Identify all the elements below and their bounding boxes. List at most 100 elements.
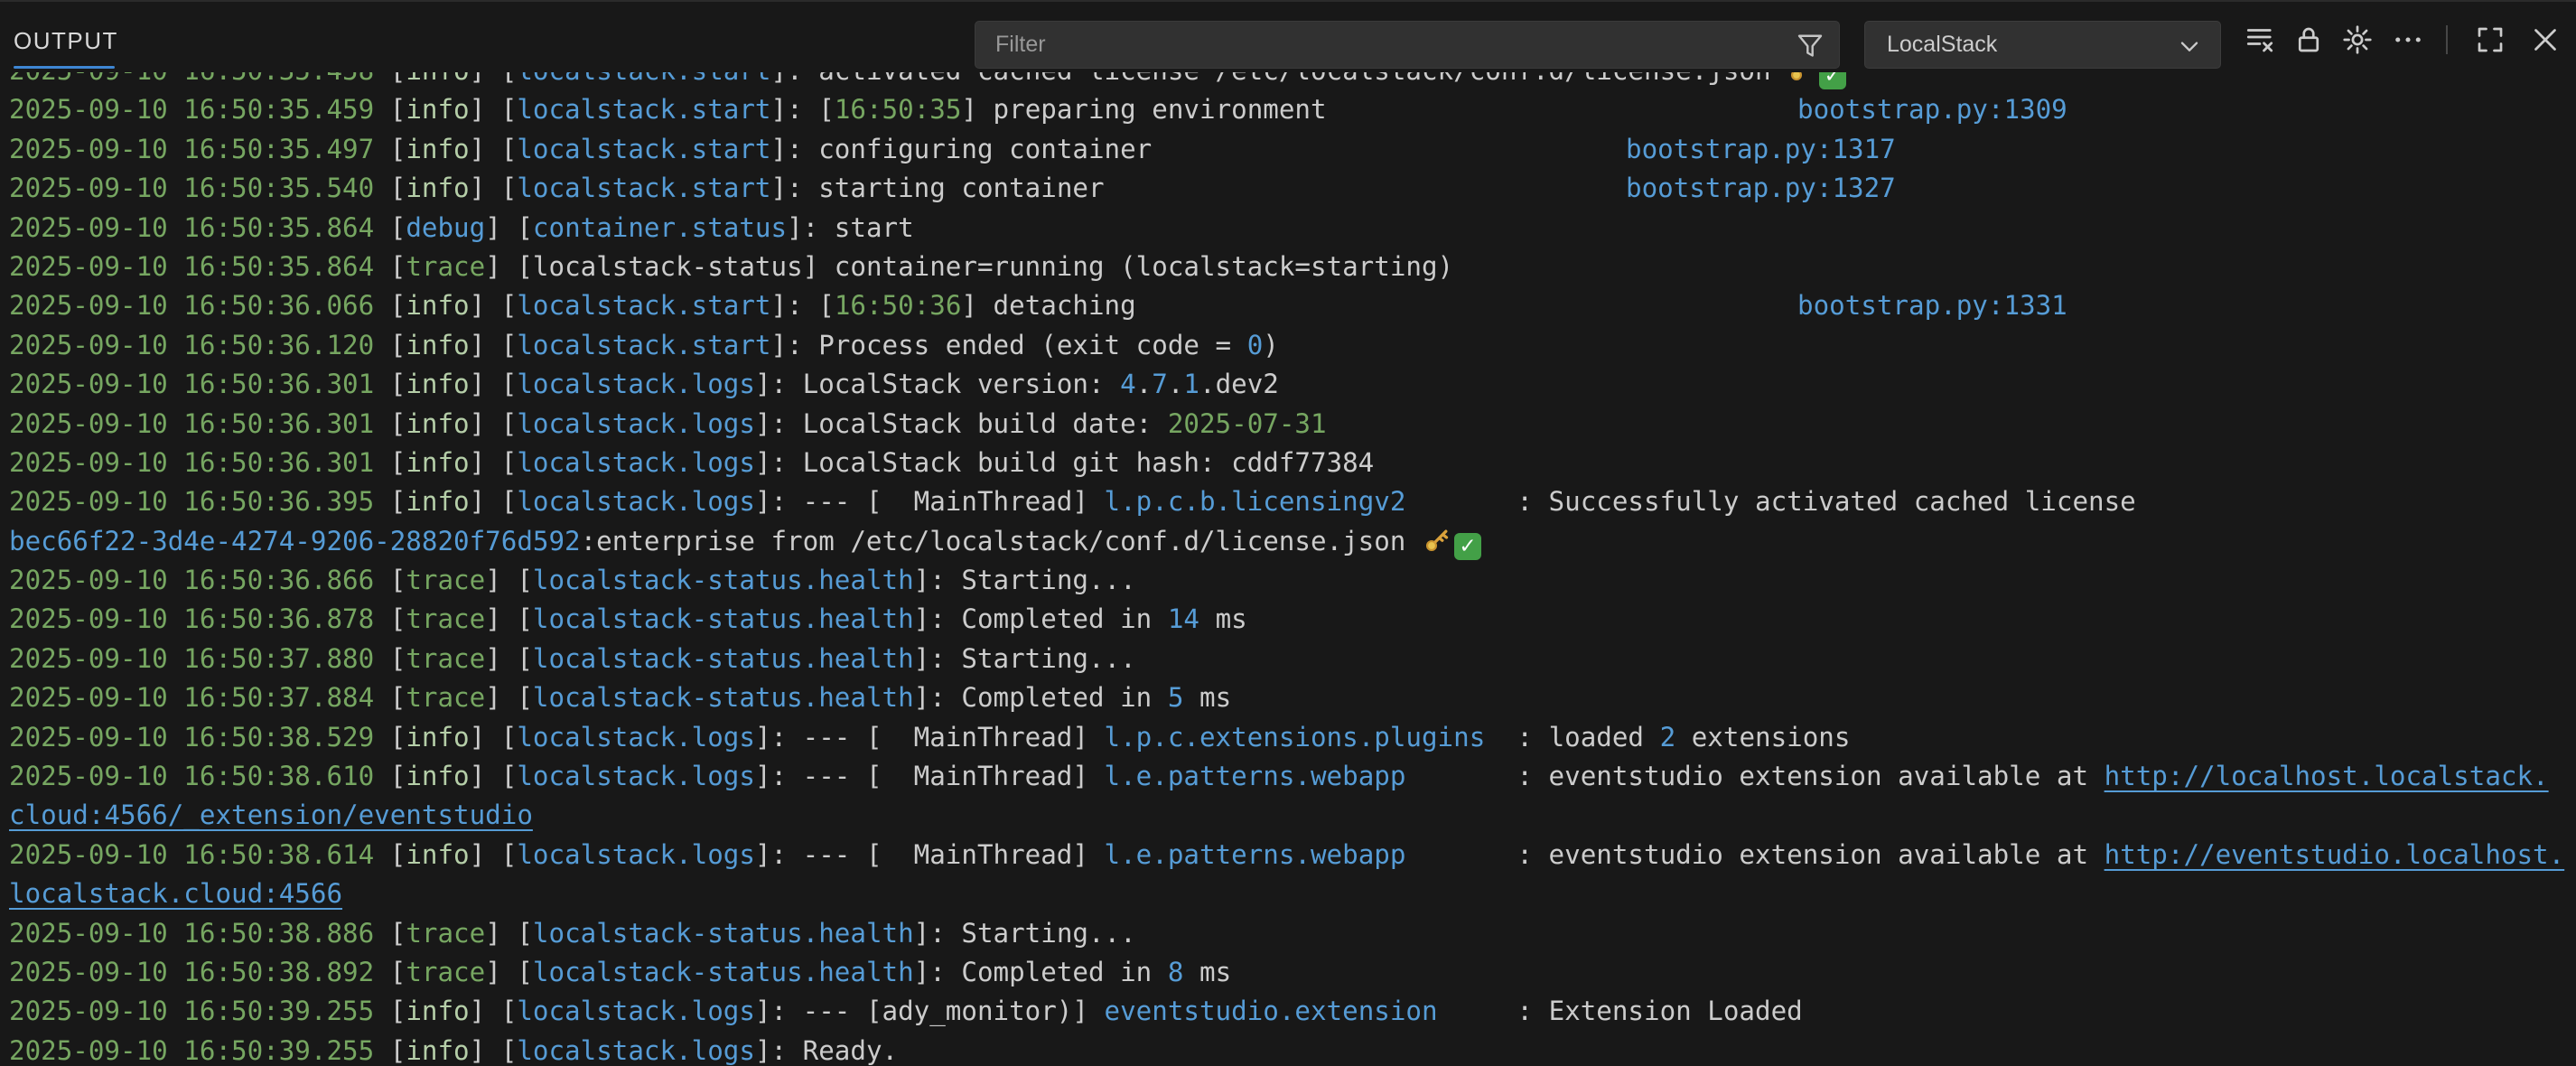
log-line: 2025-09-10 16:50:39.255 [info] [localsta… bbox=[0, 1032, 2576, 1066]
log-text-segment: info bbox=[406, 408, 469, 439]
log-line: 2025-09-10 16:50:35.458 [info] [localsta… bbox=[0, 72, 2576, 90]
log-text-segment: localstack-status.health bbox=[533, 918, 914, 949]
log-url-link[interactable]: localstack.cloud:4566 bbox=[9, 878, 342, 909]
log-text-segment: ]: activated cached license /etc/localst… bbox=[771, 72, 1787, 86]
log-text-segment: ] [ bbox=[485, 682, 533, 713]
log-text-segment: 2025-09-10 16:50:38.610 bbox=[9, 761, 390, 791]
log-text-segment: trace bbox=[406, 565, 485, 595]
log-text-segment: 2025-09-10 16:50:37.880 bbox=[9, 643, 390, 674]
log-lines: 2025-09-10 16:50:35.458 [info] [localsta… bbox=[0, 72, 2576, 1066]
source-location-link[interactable]: bootstrap.py:1331 bbox=[1797, 286, 2067, 325]
log-text-segment: trace bbox=[406, 682, 485, 713]
log-text-segment: 2025-09-10 16:50:35.540 bbox=[9, 173, 390, 203]
log-text-segment: [ bbox=[390, 761, 406, 791]
log-text-segment: ]: LocalStack build git hash: cddf77384 bbox=[755, 447, 1374, 478]
log-text-segment: 2025-09-10 16:50:35.459 bbox=[9, 94, 390, 125]
log-text-segment: [ bbox=[390, 369, 406, 399]
log-text-segment: ] [ bbox=[470, 94, 518, 125]
expand-icon[interactable] bbox=[2474, 23, 2506, 56]
output-channel-select[interactable]: LocalStack bbox=[1864, 21, 2221, 69]
gear-icon[interactable] bbox=[2341, 23, 2374, 56]
log-url-link[interactable]: cloud:4566/_extension/eventstudio bbox=[9, 800, 533, 830]
chevron-down-icon bbox=[2175, 32, 2204, 61]
filter-box bbox=[975, 21, 1840, 69]
log-text-segment: info bbox=[406, 722, 469, 753]
log-text-segment: 7 bbox=[1152, 369, 1168, 399]
tab-output[interactable]: OUTPUT bbox=[14, 27, 118, 55]
log-text-segment: info bbox=[406, 486, 469, 517]
log-text-segment: ]: [ bbox=[771, 94, 835, 125]
log-text-segment: l.e.patterns.webapp bbox=[1105, 839, 1406, 870]
log-text-segment: localstack-status.health bbox=[533, 682, 914, 713]
log-text-segment: ] [ bbox=[470, 722, 518, 753]
log-url-link[interactable]: http://eventstudio.localhost. bbox=[2105, 839, 2565, 870]
log-text-segment: eventstudio.extension bbox=[1105, 996, 1438, 1026]
log-text-segment: localstack.start bbox=[517, 173, 770, 203]
log-text-segment: 2025-09-10 16:50:35.864 bbox=[9, 212, 390, 243]
ellipsis-icon[interactable] bbox=[2392, 23, 2424, 56]
log-text-segment: 14 bbox=[1168, 603, 1199, 634]
log-line: 2025-09-10 16:50:35.459 [info] [localsta… bbox=[0, 90, 2576, 129]
log-text-segment: 2025-09-10 16:50:36.395 bbox=[9, 486, 390, 517]
log-text-segment: 2025-09-10 16:50:36.120 bbox=[9, 330, 390, 360]
log-text-segment: info bbox=[406, 72, 469, 86]
log-text-segment: [ bbox=[390, 643, 406, 674]
source-location-link[interactable]: bootstrap.py:1327 bbox=[1626, 169, 1896, 208]
lock-icon[interactable] bbox=[2292, 23, 2325, 56]
log-text-segment: [ bbox=[390, 839, 406, 870]
log-text-segment: [ bbox=[390, 94, 406, 125]
log-line: bec66f22-3d4e-4274-9206-28820f76d592:ent… bbox=[0, 522, 2576, 561]
log-text-segment: ]: --- [ady_monitor)] bbox=[755, 996, 1105, 1026]
log-text-segment: info bbox=[406, 290, 469, 321]
log-text-segment: 2025-09-10 16:50:39.255 bbox=[9, 1035, 390, 1066]
log-text-segment: 2025-09-10 16:50:35.864 bbox=[9, 251, 390, 282]
log-text-segment: localstack.start bbox=[517, 134, 770, 164]
log-text-segment: 2025-09-10 16:50:38.614 bbox=[9, 839, 390, 870]
log-line: 2025-09-10 16:50:36.866 [trace] [localst… bbox=[0, 561, 2576, 600]
log-text-segment: 1 bbox=[1183, 369, 1199, 399]
log-text-segment: ]: Starting... bbox=[914, 918, 1136, 949]
log-text-segment: ] [localstack-status] container=running … bbox=[485, 251, 1453, 282]
log-text-segment: [ bbox=[390, 290, 406, 321]
log-text-segment: [ bbox=[390, 408, 406, 439]
log-text-segment: localstack-status.health bbox=[533, 565, 914, 595]
log-text-segment: 2025-09-10 16:50:35.458 bbox=[9, 72, 390, 86]
log-text-segment: . bbox=[1136, 369, 1153, 399]
log-text-segment: [ bbox=[390, 330, 406, 360]
log-text-segment: info bbox=[406, 839, 469, 870]
log-text-segment: [ bbox=[390, 173, 406, 203]
log-text-segment: 4 bbox=[1120, 369, 1136, 399]
log-line: 2025-09-10 16:50:35.864 [trace] [localst… bbox=[0, 248, 2576, 286]
log-text-segment: 2025-09-10 16:50:38.529 bbox=[9, 722, 390, 753]
close-icon[interactable] bbox=[2529, 23, 2562, 56]
log-text-segment: localstack.logs bbox=[517, 761, 755, 791]
log-text-segment: . bbox=[1168, 369, 1184, 399]
tab-output-active-underline bbox=[14, 66, 115, 69]
log-text-segment: ] [ bbox=[470, 72, 518, 86]
log-text-segment: [ bbox=[390, 212, 406, 243]
log-text-segment: localstack.start bbox=[517, 290, 770, 321]
clear-output-icon[interactable] bbox=[2244, 23, 2276, 56]
log-text-segment: [ bbox=[390, 447, 406, 478]
log-text-segment: : Extension Loaded bbox=[1438, 996, 1803, 1026]
log-text-segment: ms bbox=[1183, 682, 1231, 713]
log-text-segment: 0 bbox=[1247, 330, 1264, 360]
log-text-segment: info bbox=[406, 1035, 469, 1066]
log-line: localstack.cloud:4566 bbox=[0, 874, 2576, 913]
log-line: 2025-09-10 16:50:36.301 [info] [localsta… bbox=[0, 405, 2576, 444]
log-text-segment: 8 bbox=[1168, 957, 1184, 987]
output-log-viewport[interactable]: 2025-09-10 16:50:35.458 [info] [localsta… bbox=[0, 72, 2576, 1066]
log-text-segment: [ bbox=[390, 682, 406, 713]
source-location-link[interactable]: bootstrap.py:1309 bbox=[1797, 90, 2067, 129]
funnel-icon[interactable] bbox=[1794, 30, 1826, 62]
log-text-segment: 2025-09-10 16:50:39.255 bbox=[9, 996, 390, 1026]
log-text-segment: localstack.logs bbox=[517, 486, 755, 517]
log-url-link[interactable]: http://localhost.localstack. bbox=[2105, 761, 2549, 791]
log-text-segment: localstack.logs bbox=[517, 996, 755, 1026]
log-text-segment: trace bbox=[406, 957, 485, 987]
source-location-link[interactable]: bootstrap.py:1317 bbox=[1626, 130, 1896, 169]
log-text-segment: 5 bbox=[1168, 682, 1184, 713]
log-text-segment: 2 bbox=[1660, 722, 1676, 753]
log-text-segment: ] [ bbox=[485, 565, 533, 595]
filter-input[interactable] bbox=[975, 22, 1788, 68]
